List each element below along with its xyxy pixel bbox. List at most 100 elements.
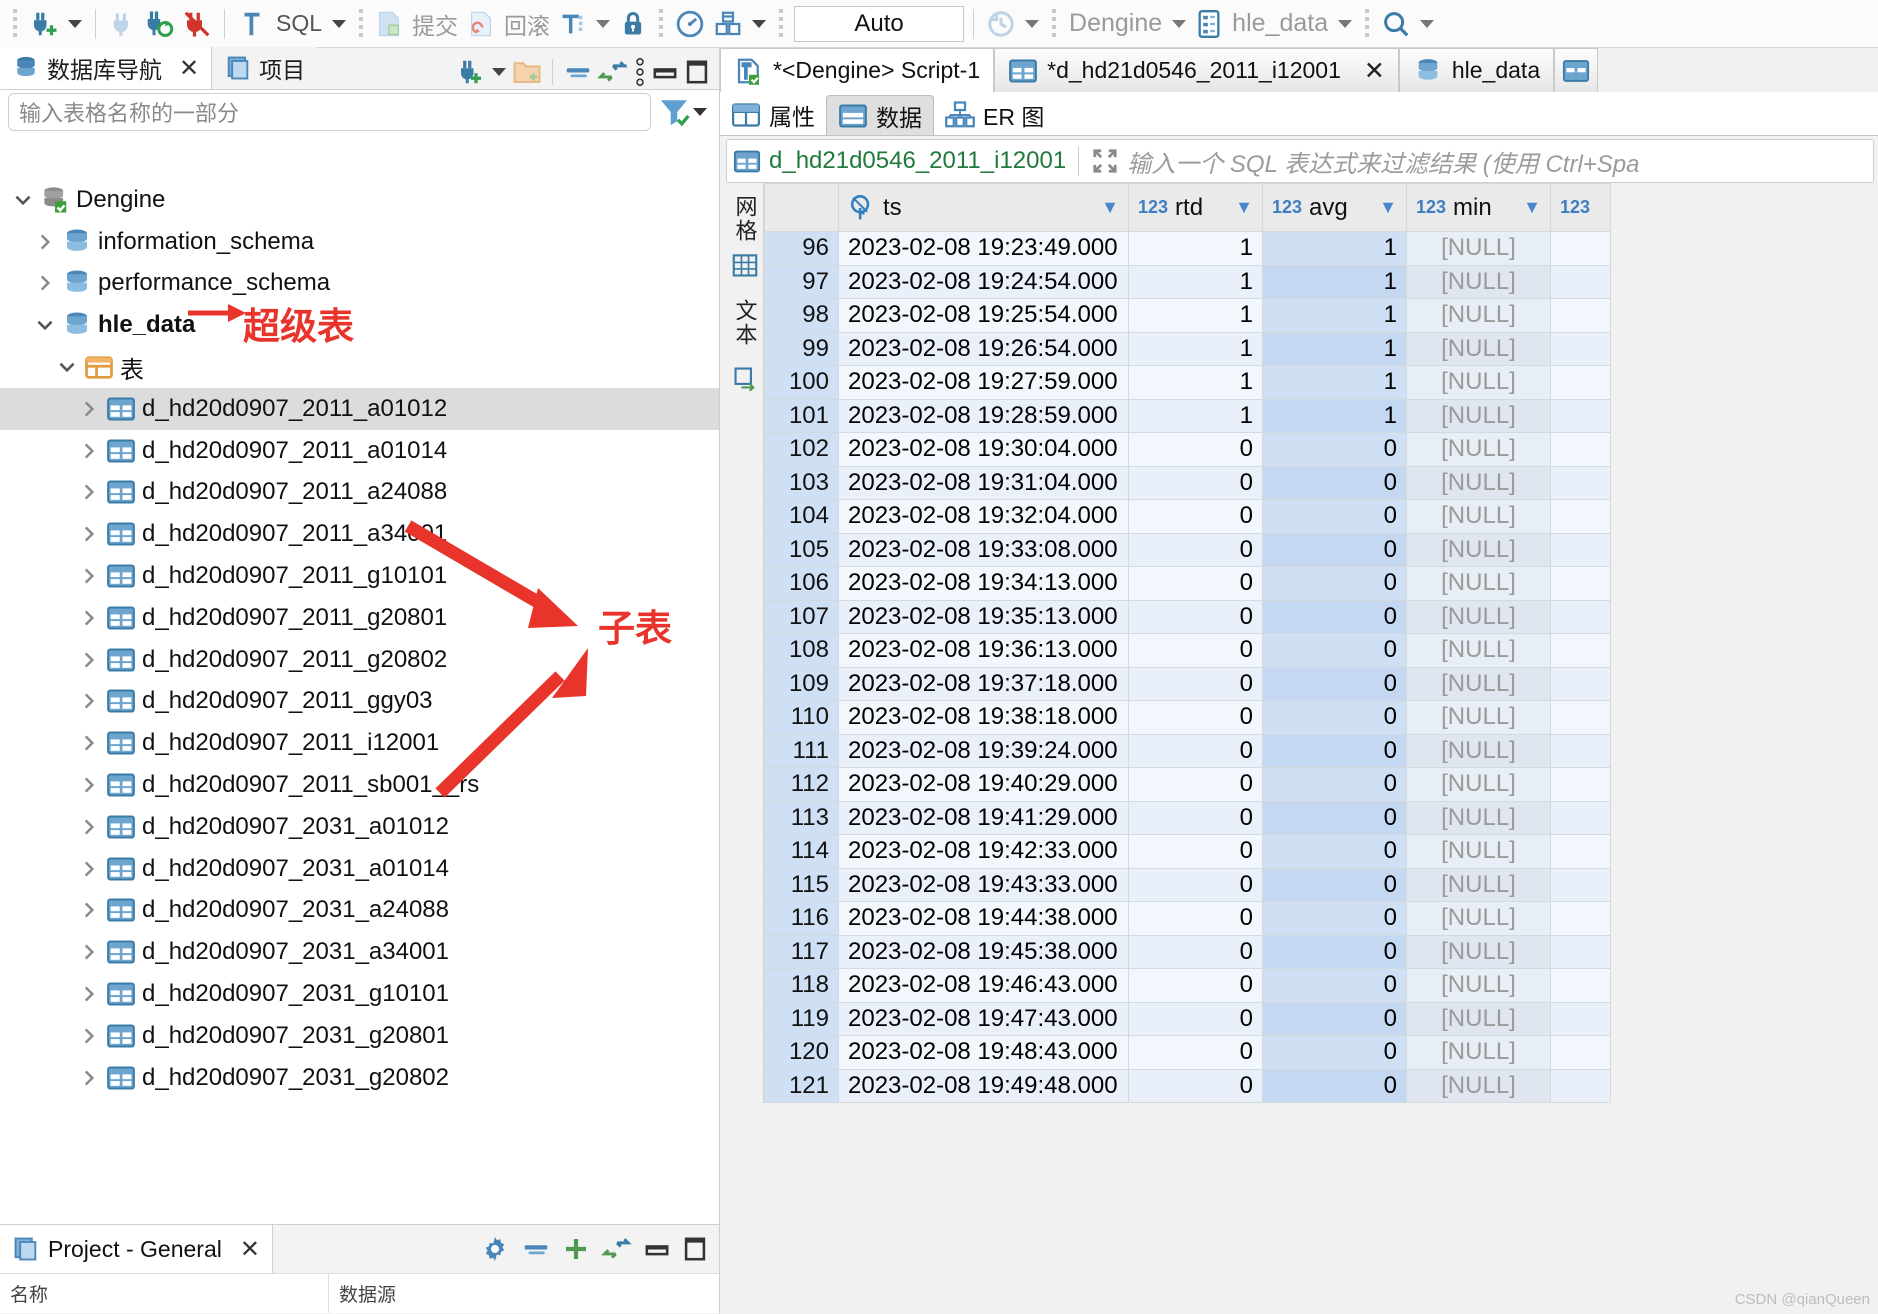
cell-min[interactable]: [NULL] <box>1406 1001 1551 1036</box>
cell-min[interactable]: [NULL] <box>1406 666 1551 701</box>
cell-avg[interactable]: 0 <box>1262 867 1407 902</box>
cell-rtd[interactable]: 0 <box>1128 1068 1263 1103</box>
close-icon[interactable]: ✕ <box>179 54 199 83</box>
cell-ts[interactable]: 2023-02-08 19:38:18.000 <box>838 700 1129 735</box>
table-row[interactable]: 119 2023-02-08 19:47:43.000 0 0 [NULL] <box>764 1001 1611 1036</box>
grid-col-avg[interactable]: 123 avg ▼ <box>1262 183 1407 232</box>
new-connection-dropdown-caret[interactable] <box>492 68 506 76</box>
transpose-icon[interactable] <box>732 365 758 391</box>
tree-item[interactable]: d_hd20d0907_2031_a01014 <box>0 848 719 890</box>
cell-avg[interactable]: 0 <box>1262 767 1407 802</box>
cell-avg[interactable]: 0 <box>1262 566 1407 601</box>
cell-rtd[interactable]: 0 <box>1128 666 1263 701</box>
packages-icon[interactable] <box>710 5 746 43</box>
row-number-cell[interactable]: 107 <box>764 599 839 634</box>
tree-item[interactable]: performance_schema <box>0 263 719 305</box>
chevron-right-icon[interactable] <box>76 523 102 545</box>
cell-overflow[interactable] <box>1550 767 1611 802</box>
chevron-right-icon[interactable] <box>76 774 102 796</box>
cell-rtd[interactable]: 0 <box>1128 465 1263 500</box>
active-schema-label[interactable]: hle_data <box>1228 9 1332 38</box>
disconnect-icon[interactable] <box>105 5 139 43</box>
cell-overflow[interactable] <box>1550 700 1611 735</box>
view-menu-icon[interactable] <box>633 55 647 89</box>
disconnect-all-icon[interactable] <box>179 5 215 43</box>
cell-ts[interactable]: 2023-02-08 19:23:49.000 <box>838 231 1129 266</box>
cell-avg[interactable]: 0 <box>1262 968 1407 1003</box>
table-row[interactable]: 106 2023-02-08 19:34:13.000 0 0 [NULL] <box>764 566 1611 601</box>
grid-filter-input[interactable]: 输入一个 SQL 表达式来过滤结果 (使用 Ctrl+Spa <box>1127 144 1639 179</box>
cell-min[interactable]: [NULL] <box>1406 834 1551 869</box>
row-number-cell[interactable]: 104 <box>764 499 839 534</box>
cell-rtd[interactable]: 1 <box>1128 398 1263 433</box>
tree-item[interactable]: d_hd20d0907_2011_g20802 <box>0 639 719 681</box>
tab-properties[interactable]: 属性 <box>720 95 826 135</box>
cell-min[interactable]: [NULL] <box>1406 700 1551 735</box>
transaction-mode-icon[interactable] <box>556 5 590 43</box>
cell-rtd[interactable]: 0 <box>1128 834 1263 869</box>
cell-overflow[interactable] <box>1550 1035 1611 1070</box>
tab-dengine-script-1[interactable]: *<Dengine> Script-1 <box>720 48 995 92</box>
cell-rtd[interactable]: 0 <box>1128 867 1263 902</box>
tree-item[interactable]: hle_data <box>0 304 719 346</box>
cell-min[interactable]: [NULL] <box>1406 633 1551 668</box>
cell-ts[interactable]: 2023-02-08 19:27:59.000 <box>838 365 1129 400</box>
row-number-cell[interactable]: 120 <box>764 1035 839 1070</box>
row-number-cell[interactable]: 106 <box>764 566 839 601</box>
cell-overflow[interactable] <box>1550 1068 1611 1103</box>
row-number-cell[interactable]: 100 <box>764 365 839 400</box>
tab-database-navigator[interactable]: 数据库导航 ✕ <box>0 47 213 89</box>
row-number-cell[interactable]: 105 <box>764 532 839 567</box>
chevron-down-icon[interactable] <box>693 108 707 116</box>
cell-rtd[interactable]: 1 <box>1128 331 1263 366</box>
cell-ts[interactable]: 2023-02-08 19:26:54.000 <box>838 331 1129 366</box>
cell-min[interactable]: [NULL] <box>1406 499 1551 534</box>
cell-ts[interactable]: 2023-02-08 19:49:48.000 <box>838 1068 1129 1103</box>
cell-avg[interactable]: 0 <box>1262 666 1407 701</box>
cell-rtd[interactable]: 0 <box>1128 700 1263 735</box>
cell-avg[interactable]: 0 <box>1262 700 1407 735</box>
cell-overflow[interactable] <box>1550 968 1611 1003</box>
row-number-cell[interactable]: 99 <box>764 331 839 366</box>
cell-ts[interactable]: 2023-02-08 19:24:54.000 <box>838 264 1129 299</box>
chevron-right-icon[interactable] <box>76 816 102 838</box>
tab-data[interactable]: 数据 <box>826 95 934 135</box>
cell-min[interactable]: [NULL] <box>1406 1035 1551 1070</box>
cell-overflow[interactable] <box>1550 231 1611 266</box>
chevron-right-icon[interactable] <box>76 440 102 462</box>
chevron-down-icon[interactable] <box>10 189 36 211</box>
tree-item[interactable]: d_hd20d0907_2011_g20801 <box>0 597 719 639</box>
tree-item[interactable]: d_hd20d0907_2011_a01012 <box>0 387 719 430</box>
chevron-right-icon[interactable] <box>76 607 102 629</box>
row-number-cell[interactable]: 98 <box>764 298 839 333</box>
cell-ts[interactable]: 2023-02-08 19:40:29.000 <box>838 767 1129 802</box>
chevron-right-icon[interactable] <box>76 732 102 754</box>
table-row[interactable]: 96 2023-02-08 19:23:49.000 1 1 [NULL] <box>764 231 1611 266</box>
cell-rtd[interactable]: 1 <box>1128 298 1263 333</box>
expand-filter-icon[interactable] <box>1091 147 1119 175</box>
chevron-right-icon[interactable] <box>32 231 58 253</box>
project-column-datasource[interactable]: 数据源 <box>328 1274 406 1313</box>
lock-icon[interactable] <box>616 5 650 43</box>
cell-overflow[interactable] <box>1550 298 1611 333</box>
cell-avg[interactable]: 0 <box>1262 834 1407 869</box>
row-number-cell[interactable]: 118 <box>764 968 839 1003</box>
cell-ts[interactable]: 2023-02-08 19:37:18.000 <box>838 666 1129 701</box>
row-number-cell[interactable]: 115 <box>764 867 839 902</box>
cell-ts[interactable]: 2023-02-08 19:43:33.000 <box>838 867 1129 902</box>
cell-rtd[interactable]: 1 <box>1128 365 1263 400</box>
cell-overflow[interactable] <box>1550 566 1611 601</box>
tree-item[interactable]: d_hd20d0907_2031_a24088 <box>0 890 719 932</box>
table-row[interactable]: 105 2023-02-08 19:33:08.000 0 0 [NULL] <box>764 532 1611 567</box>
cell-min[interactable]: [NULL] <box>1406 298 1551 333</box>
new-connection-dropdown-caret[interactable] <box>68 19 82 28</box>
cell-rtd[interactable]: 0 <box>1128 499 1263 534</box>
cell-ts[interactable]: 2023-02-08 19:48:43.000 <box>838 1035 1129 1070</box>
cell-avg[interactable]: 0 <box>1262 1035 1407 1070</box>
row-number-cell[interactable]: 96 <box>764 231 839 266</box>
cell-ts[interactable]: 2023-02-08 19:34:13.000 <box>838 566 1129 601</box>
table-row[interactable]: 103 2023-02-08 19:31:04.000 0 0 [NULL] <box>764 465 1611 500</box>
tab-table-d-hd21d0546-2011-i12001[interactable]: *d_hd21d0546_2011_i12001 ✕ <box>994 48 1399 92</box>
cell-rtd[interactable]: 0 <box>1128 968 1263 1003</box>
table-row[interactable]: 99 2023-02-08 19:26:54.000 1 1 [NULL] <box>764 331 1611 366</box>
